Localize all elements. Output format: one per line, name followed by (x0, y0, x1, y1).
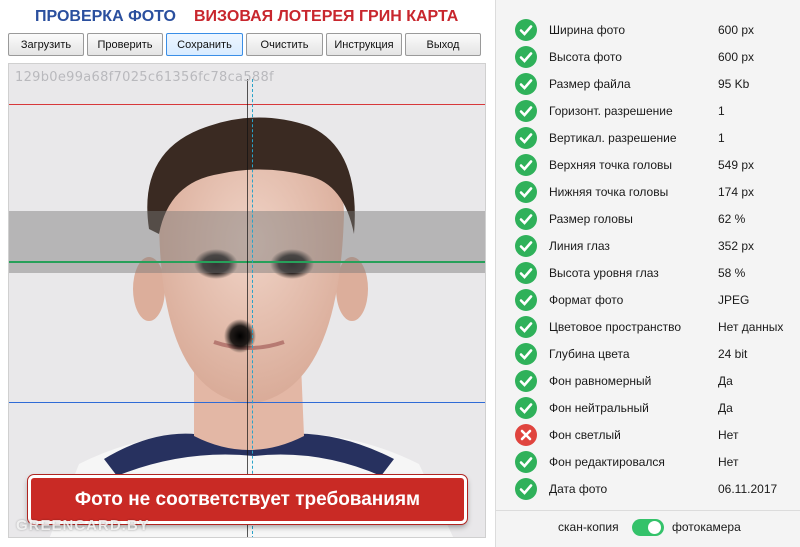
check-value: 24 bit (718, 346, 748, 361)
check-value: Да (718, 373, 733, 388)
photo-hash: 129b0e99a68f7025c61356fc78ca588f (15, 70, 274, 85)
check-ok-icon (515, 261, 537, 284)
clear-button[interactable]: Очистить (246, 33, 323, 56)
check-value: 600 px (718, 49, 755, 64)
watermark: GREENCARD.BY (16, 517, 150, 534)
check-row: Фон равномерный Да (496, 367, 800, 394)
load-button[interactable]: Загрузить (8, 33, 84, 56)
check-row: Дата фото 06.11.2017 (496, 475, 800, 502)
check-value: Да (718, 400, 733, 415)
check-label: Фон редактировался (549, 454, 665, 469)
check-ok-icon (515, 153, 537, 176)
check-value: 06.11.2017 (718, 481, 778, 496)
check-value: JPEG (718, 292, 750, 307)
check-ok-icon (515, 234, 537, 257)
check-row: Размер файла 95 Kb (496, 70, 800, 97)
check-row: Глубина цвета 24 bit (496, 340, 800, 367)
check-label: Высота уровня глаз (549, 265, 659, 280)
check-ok-icon (515, 45, 537, 68)
check-row: Нижняя точка головы 174 px (496, 178, 800, 205)
check-row: Горизонт. разрешение 1 (496, 97, 800, 124)
check-label: Фон светлый (549, 427, 621, 442)
center-guide-line (247, 79, 248, 537)
check-value: 600 px (718, 22, 755, 37)
check-label: Вертикал. разрешение (549, 130, 677, 145)
check-ok-icon (515, 126, 537, 149)
check-row: Фон светлый Нет (496, 421, 800, 448)
check-button[interactable]: Проверить (87, 33, 163, 56)
check-label: Верхняя точка головы (549, 157, 673, 172)
check-row: Цветовое пространство Нет данных (496, 313, 800, 340)
check-label: Размер головы (549, 211, 633, 226)
check-ok-icon (515, 18, 537, 41)
check-ok-icon (515, 450, 537, 473)
center-dashed-guide-line (252, 79, 253, 537)
check-ok-icon (515, 288, 537, 311)
check-row: Линия глаз 352 px (496, 232, 800, 259)
app-header: ПРОВЕРКА ФОТО ВИЗОВАЯ ЛОТЕРЕЯ ГРИН КАРТА (0, 0, 495, 34)
check-label: Фон нейтральный (549, 400, 649, 415)
check-value: 62 % (718, 211, 746, 226)
check-row: Высота уровня глаз 58 % (496, 259, 800, 286)
check-label: Высота фото (549, 49, 622, 64)
check-value: 1 (718, 103, 725, 118)
check-value: 95 Kb (718, 76, 750, 91)
check-row: Вертикал. разрешение 1 (496, 124, 800, 151)
check-row: Фон нейтральный Да (496, 394, 800, 421)
check-ok-icon (515, 72, 537, 95)
check-row: Высота фото 600 px (496, 43, 800, 70)
scan-copy-label: скан-копия (558, 520, 619, 534)
check-ok-icon (515, 342, 537, 365)
check-value: 174 px (718, 184, 755, 199)
check-label: Ширина фото (549, 22, 626, 37)
check-label: Цветовое пространство (549, 319, 682, 334)
checks-panel: Ширина фото 600 px Высота фото 600 px Размер… (495, 0, 800, 547)
check-label: Горизонт. разрешение (549, 103, 673, 118)
toggle-knob (648, 521, 661, 534)
check-label: Фон равномерный (549, 373, 652, 388)
check-label: Линия глаз (549, 238, 610, 253)
check-ok-icon (515, 180, 537, 203)
check-value: 58 % (718, 265, 746, 280)
check-ok-icon (515, 207, 537, 230)
check-value: Нет (718, 454, 739, 469)
check-label: Размер файла (549, 76, 631, 91)
check-ok-icon (515, 99, 537, 122)
check-label: Нижняя точка головы (549, 184, 669, 199)
check-label: Дата фото (549, 481, 608, 496)
camera-label: фотокамера (672, 520, 741, 534)
check-row: Формат фото JPEG (496, 286, 800, 313)
check-row: Ширина фото 600 px (496, 16, 800, 43)
title-lottery: ВИЗОВАЯ ЛОТЕРЕЯ ГРИН КАРТА (194, 8, 459, 25)
check-ok-icon (515, 477, 537, 500)
check-ok-icon (515, 396, 537, 419)
check-ok-icon (515, 369, 537, 392)
toolbar: Загрузить Проверить Сохранить Очистить И… (8, 33, 481, 57)
instructions-button[interactable]: Инструкция (326, 33, 402, 56)
check-row: Фон редактировался Нет (496, 448, 800, 475)
title-photo-check: ПРОВЕРКА ФОТО (35, 8, 176, 25)
check-label: Глубина цвета (549, 346, 630, 361)
source-toggle-bar: скан-копия фотокамера (496, 510, 800, 547)
check-fail-icon (515, 423, 537, 446)
check-value: 352 px (718, 238, 755, 253)
check-value: Нет (718, 427, 739, 442)
check-value: 1 (718, 130, 725, 145)
check-row: Размер головы 62 % (496, 205, 800, 232)
source-toggle-switch[interactable] (632, 519, 664, 536)
save-button[interactable]: Сохранить (166, 33, 243, 56)
check-ok-icon (515, 315, 537, 338)
check-value: 549 px (718, 157, 755, 172)
check-label: Формат фото (549, 292, 624, 307)
photo-preview: 129b0e99a68f7025c61356fc78ca588f (8, 63, 486, 538)
check-value: Нет данных (718, 319, 784, 334)
exit-button[interactable]: Выход (405, 33, 481, 56)
check-row: Верхняя точка головы 549 px (496, 151, 800, 178)
